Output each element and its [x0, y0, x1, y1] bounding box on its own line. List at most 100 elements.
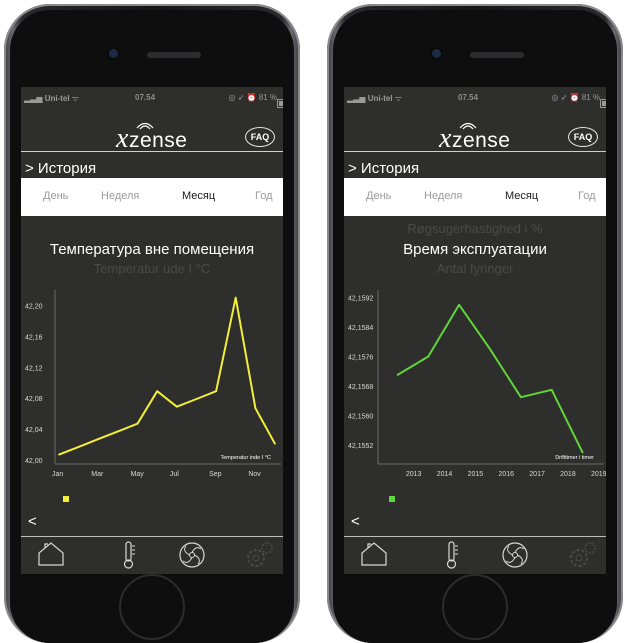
y-tick-label: 42,08 [25, 396, 43, 403]
data-point [77, 446, 80, 448]
tab-week[interactable]: Неделя [424, 190, 462, 202]
earpiece-speaker [147, 52, 201, 58]
y-tick-label: 42,1576 [348, 355, 373, 362]
legend-swatch [63, 496, 69, 502]
data-point [581, 451, 584, 454]
status-icons: ◎ ➶ ⏰ 81 % [551, 93, 606, 108]
x-tick-label: 2017 [529, 471, 545, 478]
tab-day[interactable]: День [366, 190, 391, 202]
tab-month[interactable]: Месяц [182, 190, 215, 202]
chart-title: Время эксплуатации [403, 241, 547, 258]
y-tick-label: 42,1584 [348, 325, 373, 332]
fan-icon[interactable] [172, 537, 212, 574]
y-tick-label: 42,16 [25, 334, 43, 341]
y-tick-label: 42,20 [25, 303, 43, 310]
y-tick-label: 42,1560 [348, 414, 373, 421]
app-screen: ▂▃▅ Uni-tel ᯤ 07.54 ◎ ➶ ⏰ 81 % xzense FA… [344, 87, 606, 574]
front-camera [109, 49, 118, 58]
thermometer-icon[interactable] [109, 537, 149, 574]
data-point [234, 296, 237, 299]
chart-title: Температура вне помещения [49, 241, 255, 258]
data-point [97, 438, 100, 440]
data-point [136, 422, 139, 425]
bottom-nav [344, 537, 606, 574]
x-tick-label: Mar [91, 471, 104, 478]
status-bar: ▂▃▅ Uni-tel ᯤ 07.54 ◎ ➶ ⏰ 81 % [21, 87, 283, 109]
settings-gear-icon[interactable] [562, 537, 602, 574]
divider [344, 151, 606, 152]
data-point [254, 407, 257, 410]
ghost-title-above: Røgsugerhastighed i % [407, 221, 543, 236]
series-line [58, 296, 276, 456]
x-tick-label: 2014 [437, 471, 453, 478]
history-header[interactable]: > История [348, 160, 419, 177]
data-point [427, 355, 430, 358]
clock: 07.54 [458, 93, 479, 102]
x-tick-label: Jul [170, 471, 179, 478]
bottom-nav [21, 537, 283, 574]
back-button[interactable]: < [28, 513, 37, 530]
x-tick-label: 2015 [468, 471, 484, 478]
tab-year[interactable]: Год [578, 190, 596, 202]
tab-week[interactable]: Неделя [101, 190, 139, 202]
battery-icon [277, 99, 283, 108]
data-point [274, 442, 276, 445]
y-tick-label: 42,00 [25, 458, 43, 465]
y-tick-label: 42,1592 [348, 295, 373, 302]
x-tick-label: 2016 [498, 471, 514, 478]
clock: 07.54 [135, 93, 156, 102]
ghost-title-below: Antal fyringer [436, 261, 514, 276]
faq-button[interactable]: FAQ [568, 127, 598, 147]
tab-month[interactable]: Месяц [505, 190, 538, 202]
line-chart: 42,1552 42,1560 42,1568 42,1576 42,1584 42,15… [348, 290, 606, 478]
home-icon[interactable] [31, 537, 71, 574]
y-tick-label: 42,12 [25, 365, 43, 372]
carrier-label: ▂▃▅ Uni-tel ᯤ [347, 94, 403, 103]
data-point [58, 453, 60, 456]
fan-icon[interactable] [495, 537, 535, 574]
data-point [117, 430, 119, 433]
status-icons: ◎ ➶ ⏰ 81 % [228, 93, 283, 108]
data-point [396, 374, 399, 376]
tab-day[interactable]: День [43, 190, 68, 202]
x-tick-label: Sep [209, 471, 222, 478]
period-tabs: День Неделя Месяц Год [21, 178, 283, 216]
period-tabs: День Неделя Месяц Год [344, 178, 606, 216]
thermometer-icon[interactable] [432, 537, 472, 574]
x-tick-label: May [131, 471, 145, 478]
status-bar: ▂▃▅ Uni-tel ᯤ 07.54 ◎ ➶ ⏰ 81 % [344, 87, 606, 109]
y-tick-label: 42,1568 [348, 384, 373, 391]
front-camera [432, 49, 441, 58]
x-tick-label: 2018 [560, 471, 576, 478]
home-button[interactable] [119, 574, 185, 640]
history-header[interactable]: > История [25, 160, 96, 177]
phone-right: ▂▃▅ Uni-tel ᯤ 07.54 ◎ ➶ ⏰ 81 % xzense FA… [327, 4, 623, 643]
x-tick-label: 2019 [591, 471, 606, 478]
x-tick-label: Jan [52, 471, 63, 478]
phone-left: ▂▃▅ Uni-tel ᯤ 07.54 ◎ ➶ ⏰ 81 % xzense FA… [4, 4, 300, 643]
series-line [396, 303, 584, 454]
series-label: Drifttimer i timer [555, 455, 594, 461]
x-tick-label: 2013 [406, 471, 422, 478]
data-point [489, 348, 491, 350]
divider [21, 151, 283, 152]
ghost-title-below: Temperatur ude I °C [93, 261, 211, 276]
faq-button[interactable]: FAQ [245, 127, 275, 147]
legend-swatch [389, 496, 395, 502]
battery-icon [600, 99, 606, 108]
app-screen: ▂▃▅ Uni-tel ᯤ 07.54 ◎ ➶ ⏰ 81 % xzense FA… [21, 87, 283, 574]
y-tick-label: 42,1552 [348, 443, 373, 450]
back-button[interactable]: < [351, 513, 360, 530]
data-point [458, 303, 460, 306]
data-point [550, 388, 553, 391]
data-point [156, 390, 158, 393]
y-tick-label: 42,04 [25, 427, 43, 434]
home-icon[interactable] [354, 537, 394, 574]
data-point [176, 405, 178, 408]
series-label: Temperatur inde I °C [221, 455, 272, 461]
data-point [215, 390, 217, 393]
carrier-label: ▂▃▅ Uni-tel ᯤ [24, 94, 80, 103]
settings-gear-icon[interactable] [239, 537, 279, 574]
home-button[interactable] [442, 574, 508, 640]
tab-year[interactable]: Год [255, 190, 273, 202]
